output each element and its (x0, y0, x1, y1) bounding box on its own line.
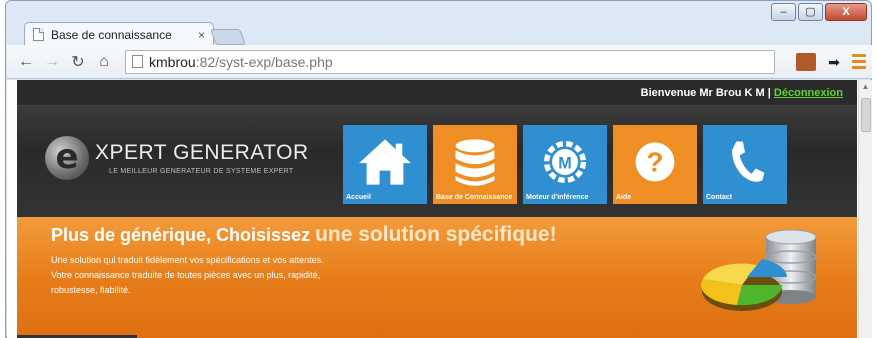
phone-icon (732, 141, 765, 182)
engine-icon: M (543, 140, 587, 184)
banner-title-highlight: une solution spécifique! (315, 223, 557, 246)
tab-strip: Base de connaissance × – ▢ X (6, 1, 871, 46)
vertical-scrollbar[interactable]: ▲ (858, 80, 872, 338)
page-icon (33, 28, 44, 41)
top-bar: Bienvenue Mr Brou K M | Déconnexion (17, 80, 857, 106)
menu-icon[interactable] (852, 54, 866, 72)
banner-line: Votre connaissance traduite de toutes pi… (51, 270, 321, 280)
nav-contact[interactable]: Contact (703, 125, 787, 204)
banner-description: Une solution qui traduit fidèlement vos … (51, 253, 324, 298)
url-host: kmbrou (149, 53, 196, 70)
url-path: :82/syst-exp/base.php (195, 53, 333, 70)
nav-label: Accueil (346, 194, 371, 201)
nav-label: Contact (706, 194, 733, 201)
banner-title: Plus de générique, Choisissez une soluti… (51, 223, 557, 247)
help-icon: ? (635, 142, 675, 182)
database-icon (455, 139, 495, 186)
tab-close-icon[interactable]: × (198, 28, 205, 42)
logo-subtitle: LE MEILLEUR GENERATEUR DE SYSTEME EXPERT (109, 168, 294, 175)
page-info-icon[interactable] (132, 55, 143, 68)
close-button[interactable]: X (825, 3, 867, 21)
home-icon (359, 139, 411, 185)
page-viewport: Bienvenue Mr Brou K M | Déconnexion e XP… (7, 80, 872, 338)
nav-aide[interactable]: ? Aide (613, 125, 697, 204)
window-controls: – ▢ X (771, 3, 867, 21)
logo-e-icon: e (45, 136, 89, 180)
svg-text:M: M (558, 154, 571, 172)
home-button-icon[interactable]: ⌂ (93, 51, 115, 73)
nav-base-connaissance[interactable]: Base de Connaissance (433, 125, 517, 204)
forward-icon[interactable]: → (41, 51, 63, 73)
nav-accueil[interactable]: Accueil (343, 125, 427, 204)
scroll-thumb[interactable] (861, 98, 871, 132)
logo-title: XPERT GENERATOR (95, 141, 309, 164)
extension-arrow-icon[interactable]: ➡ (824, 53, 844, 71)
banner-line: robustesse, fiabilité. (51, 285, 131, 295)
nav-label: Aide (616, 194, 632, 201)
banner-title-part1: Plus de générique, Choisissez (51, 225, 316, 245)
back-icon[interactable]: ← (15, 51, 37, 73)
pie-chart-illustration-icon (701, 259, 787, 311)
svg-text:?: ? (646, 147, 663, 178)
website: Bienvenue Mr Brou K M | Déconnexion e XP… (17, 80, 857, 338)
banner-line: Une solution qui traduit fidèlement vos … (51, 255, 324, 265)
extension-icon[interactable] (796, 53, 816, 71)
site-logo[interactable]: e XPERT GENERATOR LE MEILLEUR GENERATEUR… (45, 136, 309, 180)
nav-moteur-inference[interactable]: M Moteur d'inférence (523, 125, 607, 204)
welcome-text: Bienvenue Mr Brou K M | (640, 87, 774, 99)
browser-toolbar: ← → ↻ ⌂ kmbrou:82/syst-exp/base.php ➡ (7, 45, 872, 79)
tab-title: Base de connaissance (51, 27, 172, 42)
nav-label: Base de Connaissance (436, 194, 513, 201)
address-bar[interactable]: kmbrou:82/syst-exp/base.php (125, 49, 775, 74)
scroll-up-icon[interactable]: ▲ (859, 80, 872, 94)
browser-window: Base de connaissance × – ▢ X ← → ↻ ⌂ kmb… (5, 0, 872, 338)
nav-label: Moteur d'inférence (526, 194, 589, 201)
site-header: e XPERT GENERATOR LE MEILLEUR GENERATEUR… (17, 106, 857, 217)
browser-tab[interactable]: Base de connaissance × (24, 22, 214, 46)
maximize-button[interactable]: ▢ (798, 3, 823, 21)
minimize-button[interactable]: – (771, 3, 796, 21)
hero-banner: Plus de générique, Choisissez une soluti… (17, 217, 857, 338)
new-tab-button[interactable] (210, 29, 246, 45)
logout-link[interactable]: Déconnexion (774, 87, 843, 99)
main-nav: Accueil Base de Connaissance M Moteur d'… (343, 125, 787, 204)
reload-icon[interactable]: ↻ (67, 51, 89, 73)
